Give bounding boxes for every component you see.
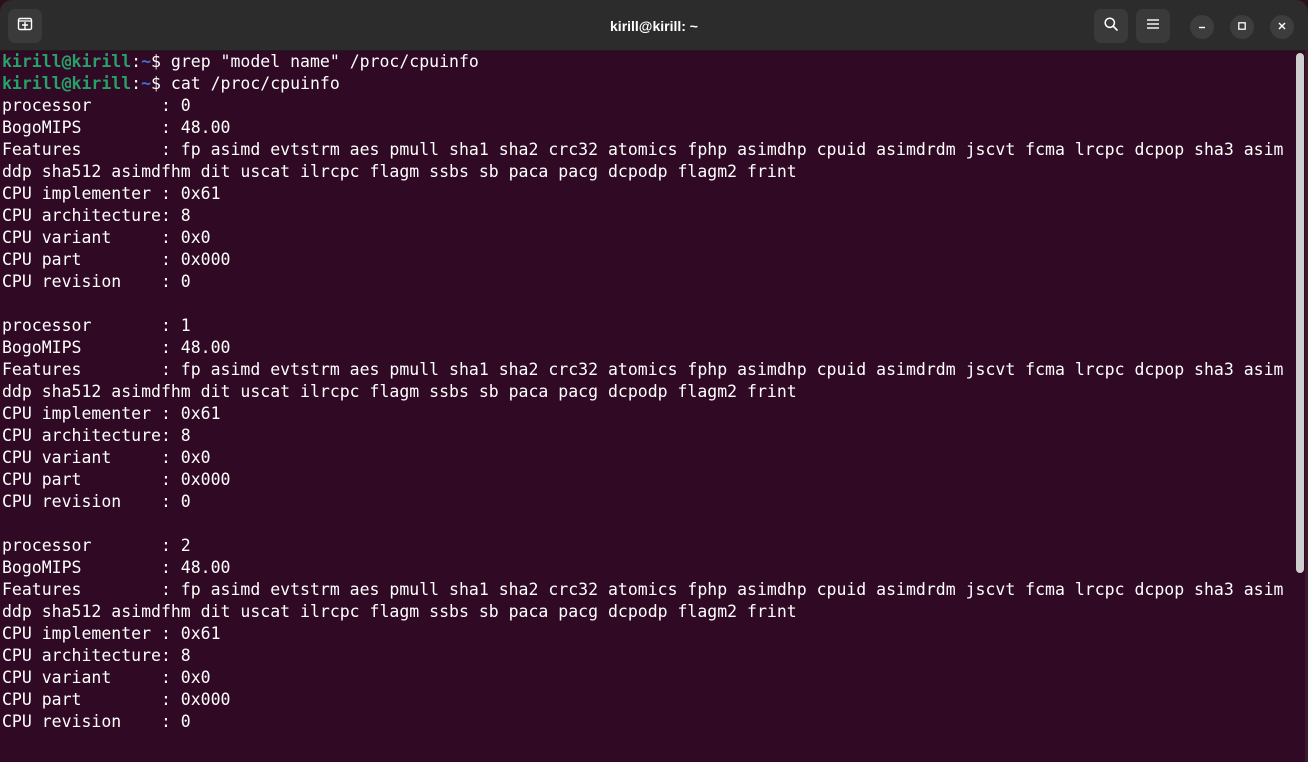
prompt-path: ~: [141, 74, 152, 93]
prompt-separator: :: [131, 52, 142, 71]
output-line: processor : 1: [2, 316, 191, 335]
output-line: CPU part : 0x000: [2, 250, 231, 269]
menu-button[interactable]: [1136, 9, 1170, 43]
maximize-button[interactable]: [1230, 15, 1254, 39]
output-line: Features : fp asimd evtstrm aes pmull sh…: [2, 140, 1284, 159]
search-icon: [1103, 16, 1119, 37]
output-line: CPU implementer : 0x61: [2, 404, 221, 423]
output-line: processor : 2: [2, 536, 191, 555]
minimize-icon: [1197, 18, 1207, 36]
output-line: BogoMIPS : 48.00: [2, 558, 231, 577]
title-bar[interactable]: kirill@kirill: ~: [0, 0, 1308, 51]
command-text: grep "model name" /proc/cpuinfo: [170, 52, 479, 71]
output-line: CPU revision : 0: [2, 272, 191, 291]
output-line: CPU variant : 0x0: [2, 448, 211, 467]
prompt-symbol: $: [151, 74, 171, 93]
command-text: cat /proc/cpuinfo: [170, 74, 340, 93]
output-line: CPU architecture: 8: [2, 426, 191, 445]
output-line: BogoMIPS : 48.00: [2, 118, 231, 137]
prompt-path: ~: [141, 52, 152, 71]
close-icon: [1277, 18, 1287, 36]
close-button[interactable]: [1270, 15, 1294, 39]
output-line: CPU architecture: 8: [2, 206, 191, 225]
output-line: processor : 0: [2, 96, 191, 115]
output-line: CPU architecture: 8: [2, 646, 191, 665]
prompt-symbol: $: [151, 52, 171, 71]
output-line: CPU part : 0x000: [2, 470, 231, 489]
command-line: kirill@kirill:~$ cat /proc/cpuinfo: [2, 73, 1296, 95]
output-line: CPU implementer : 0x61: [2, 184, 221, 203]
output-line: CPU variant : 0x0: [2, 228, 211, 247]
minimize-button[interactable]: [1190, 15, 1214, 39]
output-line: CPU revision : 0: [2, 492, 191, 511]
output-line: CPU revision : 0: [2, 712, 191, 731]
terminal-text: kirill@kirill:~$ grep "model name" /proc…: [0, 51, 1296, 733]
terminal-window: kirill@kirill: ~ kirill@kirill:~$ grep "…: [0, 0, 1308, 762]
command-output: processor : 0 BogoMIPS : 48.00 Features : …: [2, 95, 1296, 733]
output-line: ddp sha512 asimdfhm dit uscat ilrcpc fla…: [2, 602, 797, 621]
terminal-scrollbar[interactable]: [1296, 53, 1304, 573]
output-line: CPU implementer : 0x61: [2, 624, 221, 643]
output-line: ddp sha512 asimdfhm dit uscat ilrcpc fla…: [2, 162, 797, 181]
prompt-user: kirill@kirill: [2, 74, 132, 93]
output-line: Features : fp asimd evtstrm aes pmull sh…: [2, 360, 1284, 379]
output-line: CPU part : 0x000: [2, 690, 231, 709]
output-line: Features : fp asimd evtstrm aes pmull sh…: [2, 580, 1284, 599]
prompt-separator: :: [131, 74, 142, 93]
hamburger-menu-icon: [1146, 17, 1160, 35]
output-line: BogoMIPS : 48.00: [2, 338, 231, 357]
maximize-icon: [1237, 18, 1247, 36]
prompt-user: kirill@kirill: [2, 52, 132, 71]
output-line: CPU variant : 0x0: [2, 668, 211, 687]
command-line: kirill@kirill:~$ grep "model name" /proc…: [2, 51, 1296, 73]
output-line: ddp sha512 asimdfhm dit uscat ilrcpc fla…: [2, 382, 797, 401]
terminal-output-area[interactable]: kirill@kirill:~$ grep "model name" /proc…: [0, 51, 1296, 762]
search-button[interactable]: [1094, 9, 1128, 43]
